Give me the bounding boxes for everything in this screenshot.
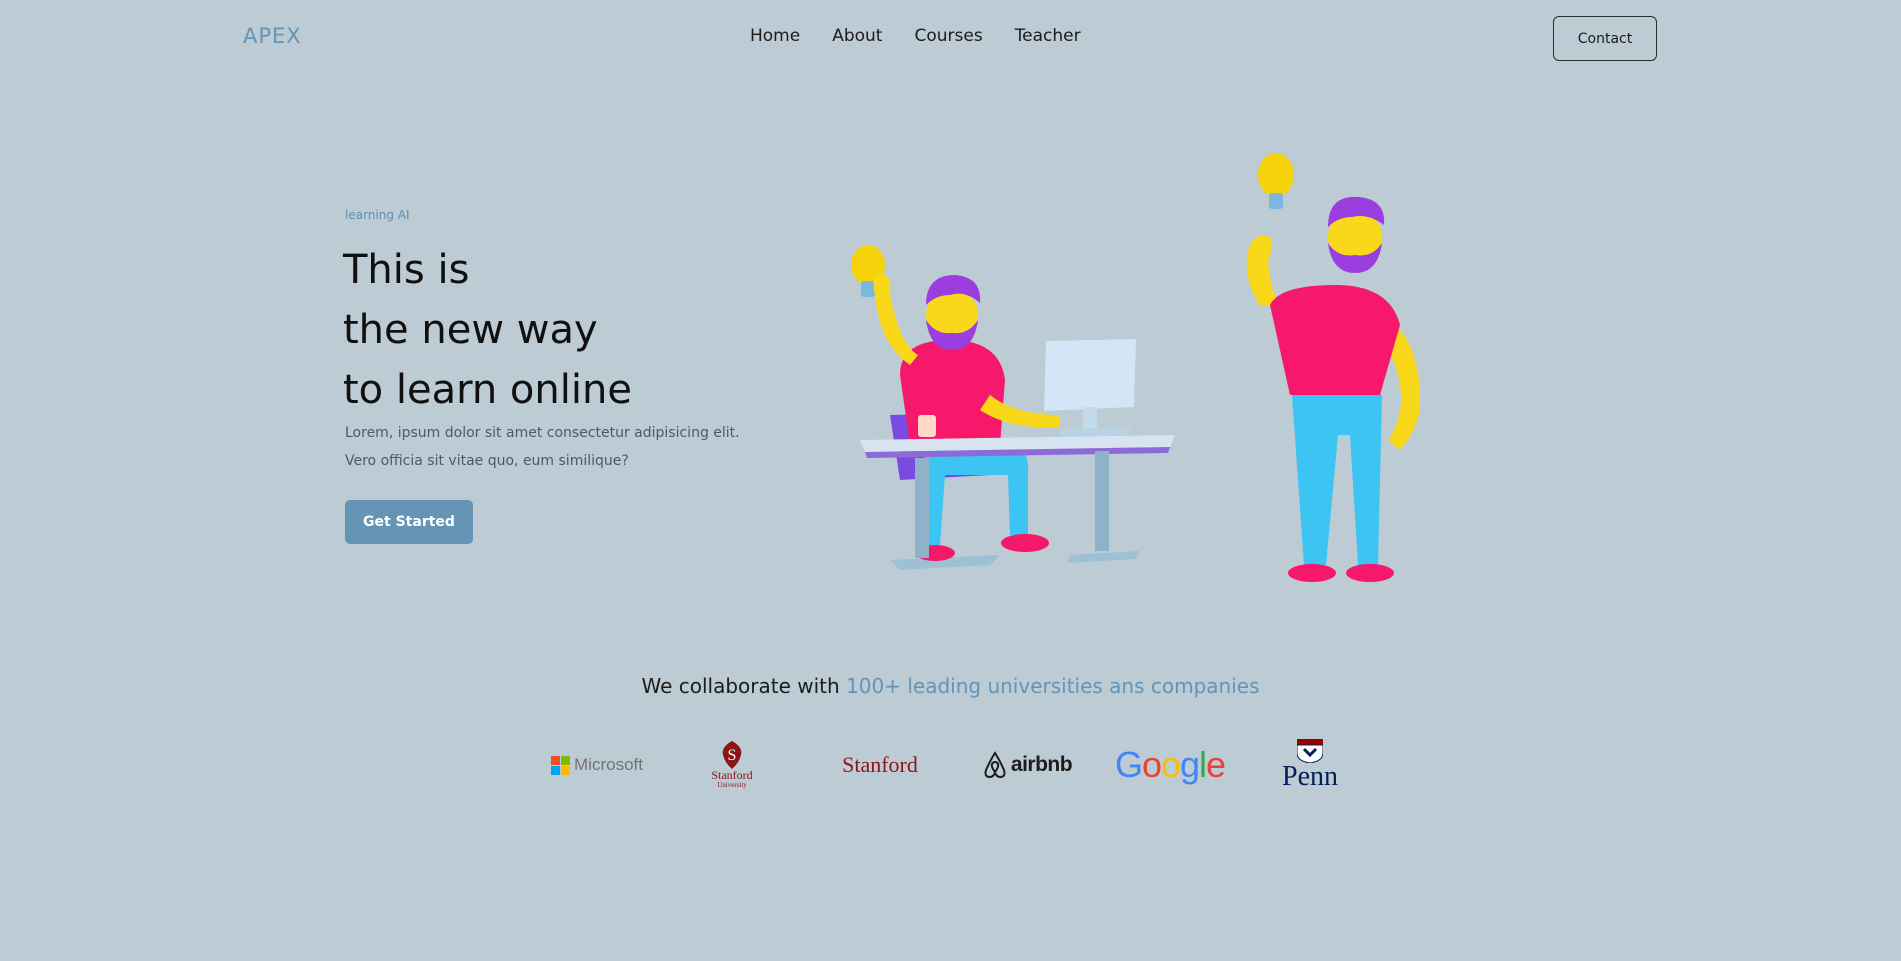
seated-character xyxy=(873,273,1060,570)
microsoft-squares-icon xyxy=(551,755,571,775)
airbnb-wordmark: airbnb xyxy=(1010,753,1073,776)
nav-teacher[interactable]: Teacher xyxy=(1015,26,1081,46)
hero-description: Lorem, ipsum dolor sit amet consectetur … xyxy=(345,425,740,469)
standing-character xyxy=(1246,196,1421,582)
hero-title-line-1: This is xyxy=(343,247,470,293)
hero-title: This is the new way to learn online xyxy=(343,240,632,420)
hero-eyebrow: learning AI xyxy=(345,208,410,222)
nav-about[interactable]: About xyxy=(832,26,882,46)
airbnb-logo: airbnb xyxy=(977,730,1077,800)
nav-home[interactable]: Home xyxy=(750,26,800,46)
svg-text:S: S xyxy=(728,747,737,764)
lightbulb-icon xyxy=(1258,153,1294,209)
stanford-seal-sub: University xyxy=(717,781,747,789)
stanford-seal-logo: S Stanford University xyxy=(702,730,762,800)
get-started-button[interactable]: Get Started xyxy=(345,500,473,544)
collab-highlight: 100+ leading universities ans companies xyxy=(846,674,1260,698)
hero-title-line-3: to learn online xyxy=(343,367,632,413)
hero-title-line-2: the new way xyxy=(343,307,598,353)
google-letter: e xyxy=(1206,744,1226,785)
contact-button[interactable]: Contact xyxy=(1553,16,1657,61)
google-letter: l xyxy=(1199,744,1207,785)
penn-logo: Penn xyxy=(1270,730,1350,800)
google-letter: o xyxy=(1141,744,1162,785)
google-letter: G xyxy=(1114,744,1143,785)
stanford-tree-icon: S xyxy=(722,741,742,769)
google-letter: g xyxy=(1180,744,1200,785)
nav-courses[interactable]: Courses xyxy=(914,26,982,46)
google-letter: o xyxy=(1160,744,1181,785)
brand-logo[interactable]: APEX xyxy=(243,24,302,48)
stanford-wordmark: Stanford xyxy=(842,752,918,777)
airbnb-belo-icon xyxy=(984,751,1006,779)
microsoft-wordmark: Microsoft xyxy=(574,755,643,774)
landing-page: APEX Home About Courses Teacher Contact … xyxy=(0,0,1901,961)
stanford-seal-name: Stanford xyxy=(711,768,753,782)
collab-heading: We collaborate with 100+ leading univers… xyxy=(0,674,1901,698)
main-nav: Home About Courses Teacher xyxy=(750,26,1081,46)
google-logo: Google xyxy=(1114,730,1226,800)
penn-wordmark: Penn xyxy=(1282,761,1338,792)
microsoft-logo: Microsoft xyxy=(547,730,647,800)
penn-shield-icon xyxy=(1297,739,1323,763)
collab-prefix: We collaborate with xyxy=(641,674,847,698)
hero-illustration xyxy=(851,153,1421,582)
google-wordmark: Google xyxy=(1114,744,1226,786)
stanford-wordmark-logo: Stanford xyxy=(830,730,930,800)
partner-logos: Microsoft S Stanford University Stanford… xyxy=(540,730,1360,800)
